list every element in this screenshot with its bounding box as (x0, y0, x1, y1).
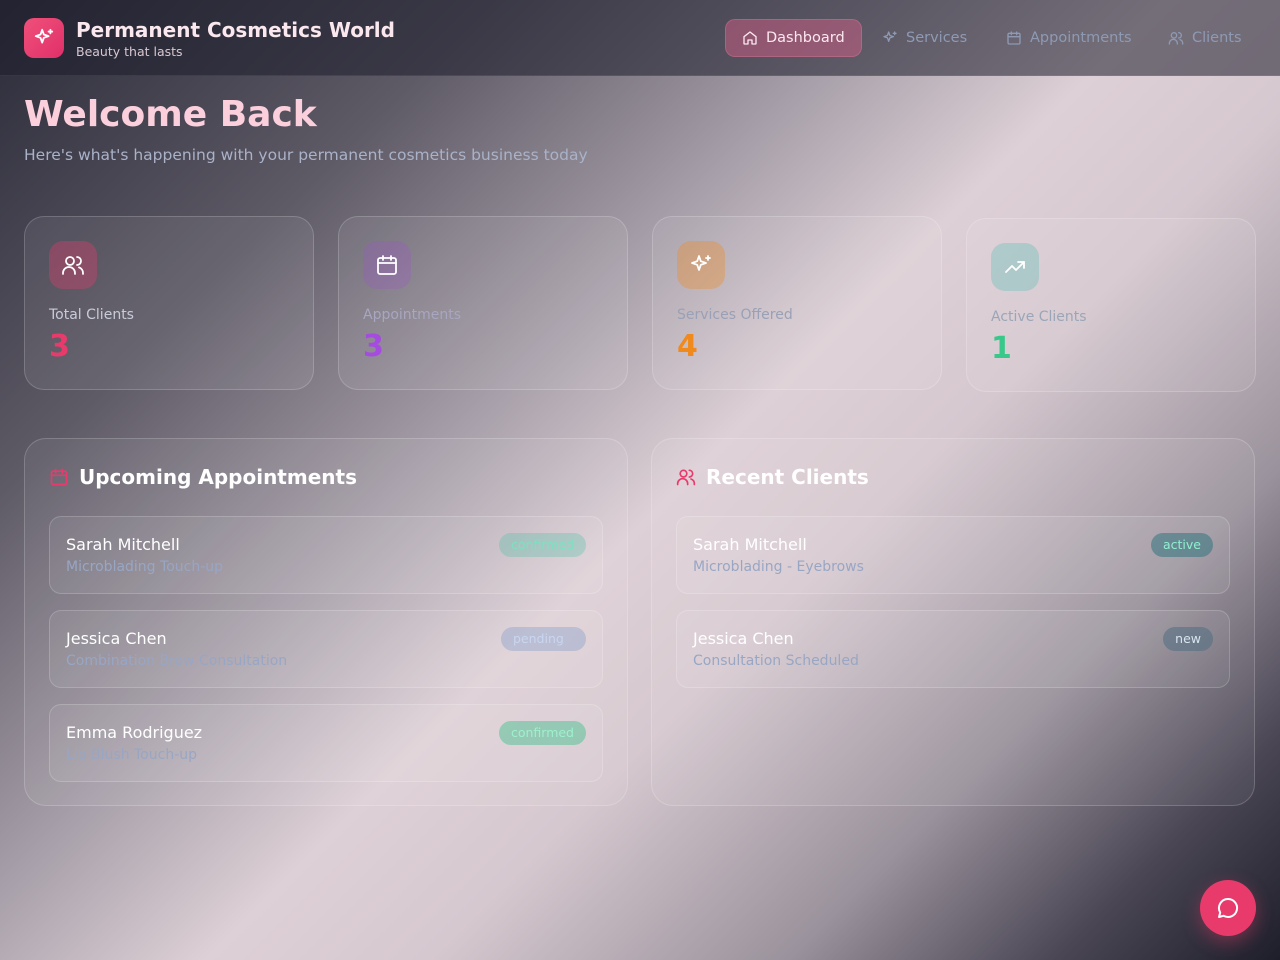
stat-value: 1 (991, 331, 1012, 366)
appointments-title: Upcoming Appointments (79, 465, 357, 489)
status-badge: confirmed (498, 533, 586, 557)
page-subtitle: Here's what's happening with your perman… (24, 146, 588, 164)
client-name: Jessica Chen (693, 629, 794, 648)
sparkles-icon (34, 28, 54, 44)
brand-title: Permanent Cosmetics World (76, 18, 395, 42)
service-name: Lip Blush Touch-up (66, 747, 198, 763)
stat-value: 3 (49, 329, 70, 364)
stat-value: 3 (363, 329, 384, 364)
nav-services-label: Services (906, 30, 968, 46)
nav-appointments-label: Appointments (1030, 30, 1132, 46)
stat-icon-wrap (363, 241, 411, 289)
chat-button[interactable] (1200, 880, 1256, 936)
stat-label: Services Offered (677, 307, 793, 323)
sparkles-icon (691, 255, 711, 271)
calendar-icon (1007, 31, 1021, 45)
panel-title: Upcoming Appointments (49, 465, 357, 489)
appointment-row[interactable]: Emma Rodriguez Lip Blush Touch-up confir… (49, 704, 603, 782)
calendar-icon (50, 468, 68, 486)
nav-services[interactable]: Services (866, 19, 983, 57)
nav-appointments[interactable]: Appointments (990, 19, 1148, 57)
brand-tagline: Beauty that lasts (76, 44, 183, 59)
service-name: Microblading Touch-up (66, 559, 224, 575)
nav-clients[interactable]: Clients (1152, 19, 1258, 57)
nav-clients-label: Clients (1192, 30, 1242, 46)
client-row[interactable]: Sarah Mitchell Microblading - Eyebrows a… (676, 516, 1230, 594)
client-row[interactable]: Jessica Chen Consultation Scheduled new (676, 610, 1230, 688)
users-icon (62, 256, 84, 275)
client-detail: Consultation Scheduled (693, 653, 859, 669)
page-title: Welcome Back (24, 94, 317, 135)
clients-title: Recent Clients (706, 465, 869, 489)
stat-icon-wrap (677, 241, 725, 289)
stat-card-appointments: Appointments 3 (338, 216, 628, 390)
trending-up-icon (1005, 261, 1025, 273)
stat-label: Active Clients (991, 309, 1087, 325)
stat-card-active-clients: Active Clients 1 (966, 218, 1256, 392)
client-detail: Microblading - Eyebrows (693, 559, 864, 575)
client-name: Sarah Mitchell (693, 535, 807, 554)
client-name: Jessica Chen (66, 629, 167, 648)
calendar-icon (377, 255, 397, 275)
stat-label: Total Clients (49, 307, 134, 323)
service-name: Combination Brow Consultation (66, 653, 288, 669)
panel-title: Recent Clients (676, 465, 869, 489)
sparkles-icon (883, 31, 897, 42)
home-icon (743, 31, 757, 45)
status-badge: pending (501, 627, 586, 651)
nav-dashboard-label: Dashboard (766, 30, 845, 46)
client-name: Sarah Mitchell (66, 535, 180, 554)
stat-value: 4 (677, 329, 698, 364)
status-badge: new (1163, 627, 1213, 651)
status-badge: active (1151, 533, 1213, 557)
stat-icon-wrap (49, 241, 97, 289)
recent-clients-panel: Recent Clients Sarah Mitchell Microbladi… (651, 438, 1255, 806)
users-icon (1168, 31, 1184, 45)
stat-card-services: Services Offered 4 (652, 216, 942, 390)
top-header: Permanent Cosmetics World Beauty that la… (0, 0, 1280, 76)
stat-label: Appointments (363, 307, 462, 323)
nav-dashboard[interactable]: Dashboard (725, 19, 862, 57)
status-badge: confirmed (498, 721, 586, 745)
appointment-row[interactable]: Sarah Mitchell Microblading Touch-up con… (49, 516, 603, 594)
client-name: Emma Rodriguez (66, 723, 203, 742)
users-icon (676, 469, 696, 486)
appointment-row[interactable]: Jessica Chen Combination Brow Consultati… (49, 610, 603, 688)
chat-bubble-icon (1218, 897, 1239, 918)
stat-card-total-clients: Total Clients 3 (24, 216, 314, 390)
stat-icon-wrap (991, 243, 1039, 291)
brand-logo[interactable] (24, 18, 64, 58)
upcoming-appointments-panel: Upcoming Appointments Sarah Mitchell Mic… (24, 438, 628, 806)
